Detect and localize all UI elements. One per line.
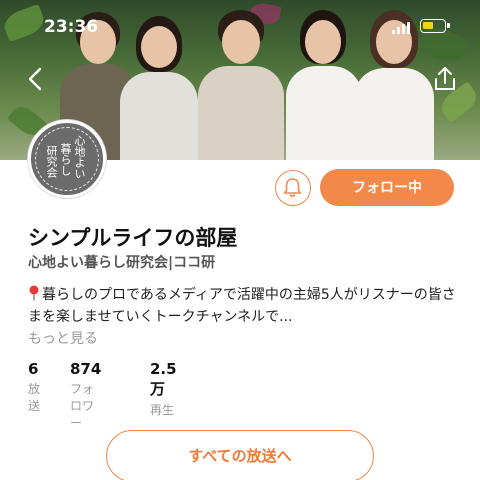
stat-followers[interactable]: 874 フォロワー	[70, 360, 101, 431]
read-more-link[interactable]: もっと見る	[28, 328, 98, 348]
avatar-text: 研究会	[45, 145, 58, 178]
person-figure	[118, 16, 200, 160]
stat-value: 874	[70, 360, 102, 378]
stat-label: 放送	[28, 382, 41, 413]
avatar-text: 心地よい	[73, 135, 86, 179]
share-icon	[435, 67, 455, 90]
back-button[interactable]	[22, 64, 52, 94]
stat-value: 6	[28, 360, 39, 378]
notification-bell-button[interactable]	[275, 170, 311, 206]
description-text: 暮らしのプロであるメディアで活躍中の主婦5人がリスナーの皆さまを楽しませていくト…	[28, 287, 456, 325]
stat-label: 再生	[150, 403, 175, 417]
all-episodes-button[interactable]: すべての放送へ	[106, 430, 374, 480]
back-arrow-icon	[28, 67, 42, 91]
signal-icon	[392, 22, 412, 34]
stat-plays: 2.5万 再生	[150, 360, 177, 418]
stat-episodes: 6 放送	[28, 360, 40, 414]
channel-description: 暮らしのプロであるメディアで活躍中の主婦5人がリスナーの皆さまを楽しませていくト…	[28, 284, 458, 328]
follow-button[interactable]: フォロー中	[320, 169, 454, 206]
bell-icon	[283, 178, 302, 197]
person-figure	[196, 8, 286, 160]
status-time: 23:36	[44, 17, 99, 37]
leaf-decoration	[0, 3, 48, 43]
location-pin-icon	[28, 285, 40, 301]
avatar-text: 暮らし	[59, 143, 72, 176]
channel-subtitle[interactable]: 心地よい暮らし研究会|ココ研	[28, 252, 215, 272]
channel-avatar: 心地よい 暮らし 研究会	[28, 120, 106, 198]
share-button[interactable]	[430, 64, 460, 94]
channel-title: シンプルライフの部屋	[28, 226, 238, 250]
battery-icon	[420, 19, 450, 33]
stat-value: 2.5万	[150, 360, 177, 398]
stat-label: フォロワー	[70, 382, 95, 430]
